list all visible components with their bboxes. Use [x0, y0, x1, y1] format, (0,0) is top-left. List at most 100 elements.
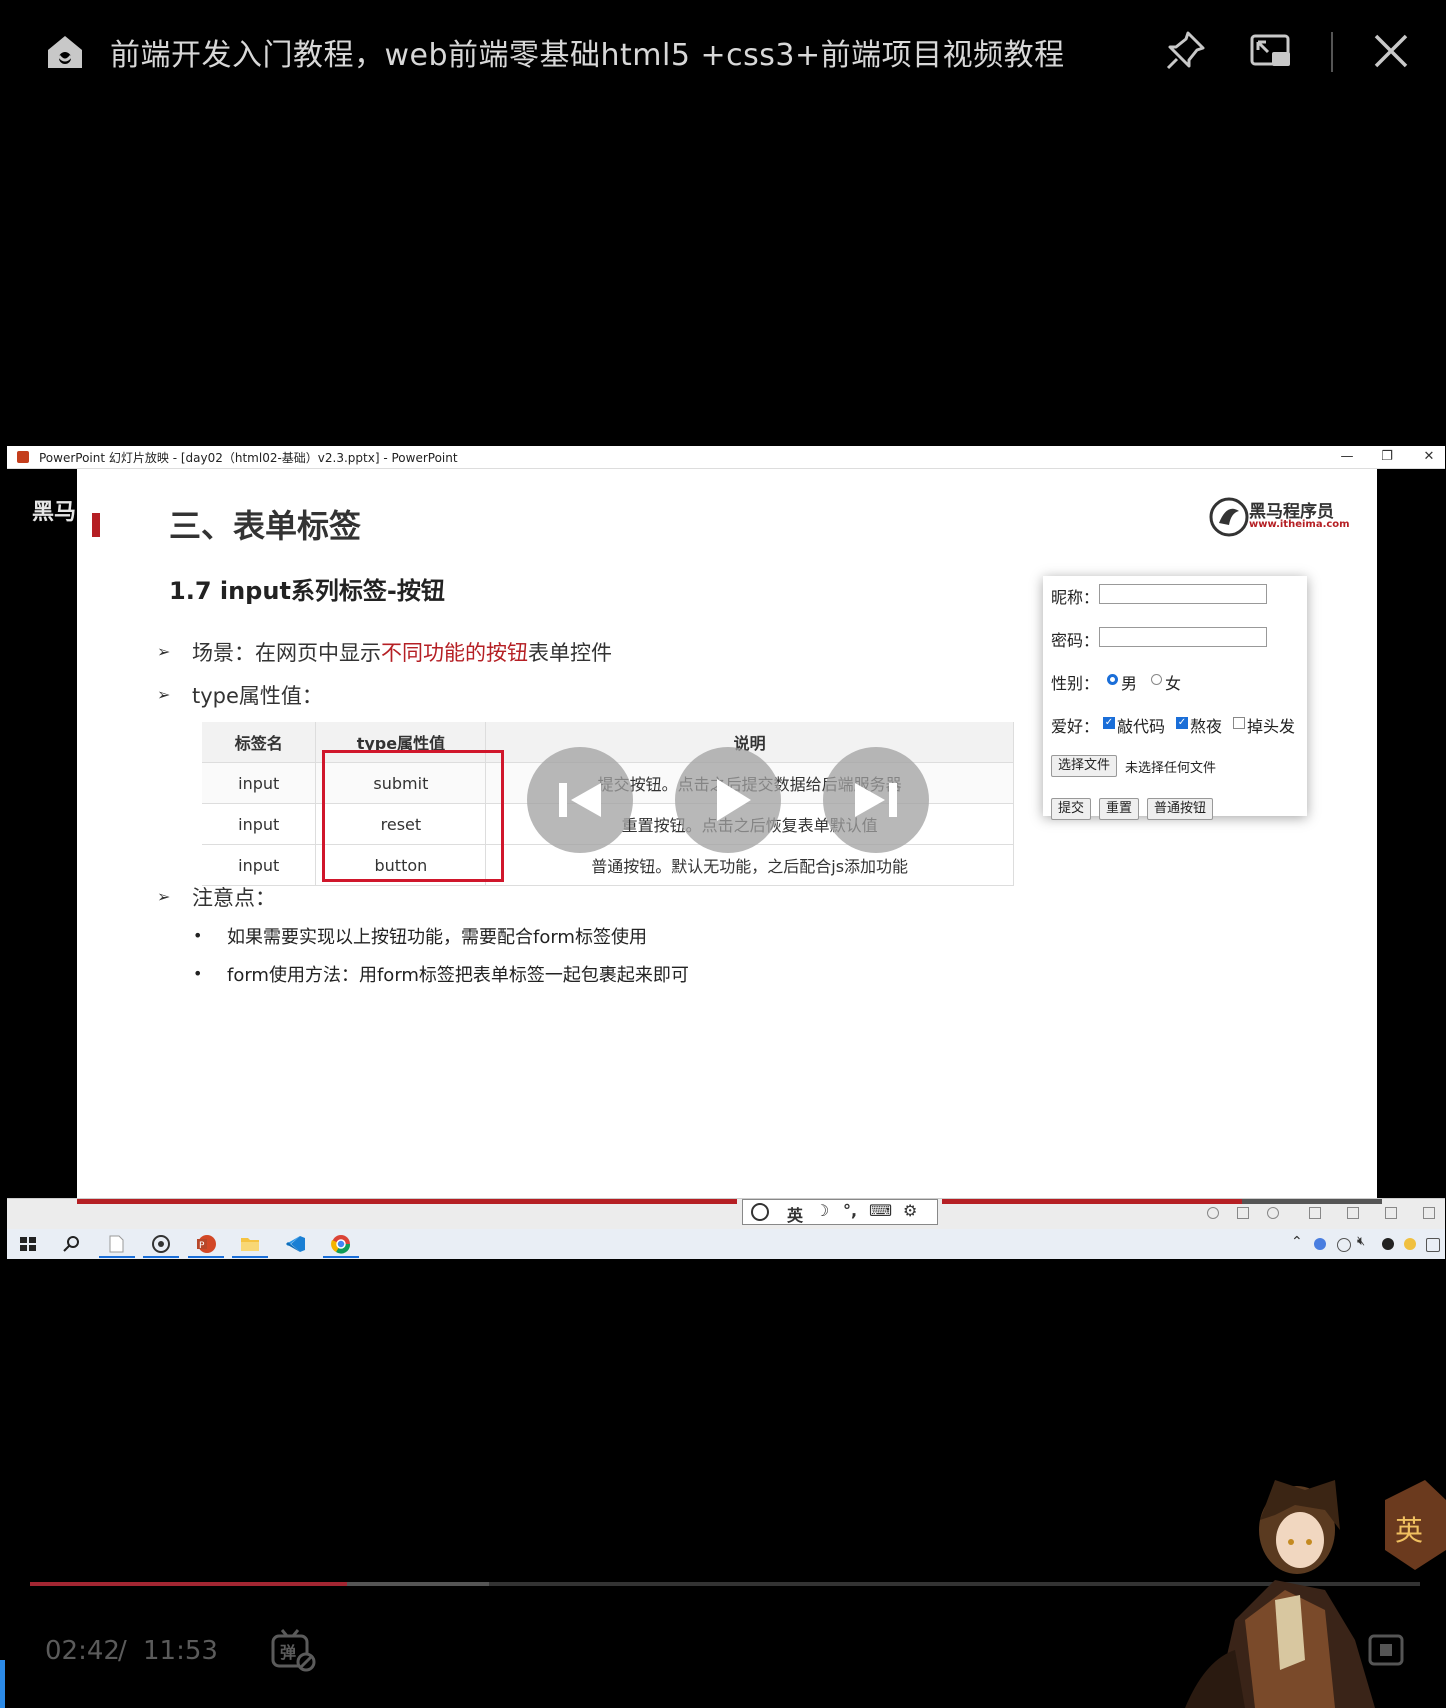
- gender-option-label: 男: [1121, 674, 1138, 693]
- video-title: 前端开发入门教程，web前端零基础html5 +css3+前端项目视频教程: [110, 38, 1065, 73]
- powerpoint-window-title: PowerPoint 幻灯片放映 - [day02（html02-基础）v2.3…: [39, 451, 458, 465]
- powerpoint-icon: [17, 451, 29, 463]
- svg-text:英: 英: [1395, 1514, 1423, 1547]
- punctuation-icon[interactable]: °,: [843, 1201, 857, 1220]
- file-icon[interactable]: [105, 1234, 127, 1254]
- nickname-input[interactable]: [1099, 584, 1267, 604]
- notes-icon[interactable]: [1237, 1207, 1249, 1219]
- next-slide-icon[interactable]: [1267, 1207, 1279, 1219]
- hobby-checkbox[interactable]: [1233, 717, 1245, 729]
- hobby-checkbox[interactable]: ✓: [1103, 717, 1115, 729]
- slide-subtitle: 1.7 input系列标签-按钮: [169, 577, 445, 605]
- left-edge-accent: [0, 1660, 5, 1708]
- windows-start-icon[interactable]: [17, 1234, 39, 1254]
- bullet-arrow-icon: ➢: [157, 642, 171, 661]
- window-close-button[interactable]: ✕: [1419, 448, 1439, 466]
- moon-icon[interactable]: ☽: [815, 1201, 829, 1220]
- time-separator: /: [118, 1636, 127, 1666]
- previous-button[interactable]: [527, 747, 633, 853]
- svg-text:P: P: [199, 1241, 205, 1251]
- reset-button[interactable]: 重置: [1099, 798, 1140, 820]
- tray-app-icon[interactable]: [1314, 1238, 1326, 1250]
- normal-button[interactable]: 普通按钮: [1147, 798, 1214, 820]
- taskbar-active-indicator: [323, 1256, 359, 1258]
- note-item: form使用方法：用form标签把表单标签一起包裹起来即可: [227, 965, 689, 986]
- bullet-type-values: type属性值：: [192, 684, 323, 708]
- browser-icon[interactable]: [150, 1234, 172, 1254]
- gender-radio-male[interactable]: [1107, 674, 1118, 685]
- hobby-option-label: 熬夜: [1190, 717, 1223, 736]
- powerpoint-icon[interactable]: P: [195, 1234, 217, 1254]
- nickname-label: 昵称：: [1051, 588, 1100, 607]
- slide-progress-bar: [942, 1199, 1242, 1204]
- bullet-dot-icon: •: [193, 964, 203, 983]
- hobby-option-label: 掉头发: [1247, 717, 1296, 736]
- search-icon[interactable]: [61, 1234, 83, 1254]
- seek-played: [30, 1582, 347, 1586]
- sorter-view-icon[interactable]: [1347, 1207, 1359, 1219]
- hobby-checkbox[interactable]: ✓: [1176, 717, 1188, 729]
- gender-radio-female[interactable]: [1151, 674, 1162, 685]
- hobby-option-label: 敲代码: [1117, 717, 1166, 736]
- ime-mode[interactable]: 英: [787, 1202, 803, 1226]
- weather-icon[interactable]: [1404, 1238, 1416, 1250]
- cloud-icon[interactable]: [1337, 1238, 1351, 1252]
- password-label: 密码：: [1051, 631, 1100, 650]
- table-cell: input: [202, 762, 317, 804]
- submit-button[interactable]: 提交: [1051, 798, 1092, 820]
- choose-file-button[interactable]: 选择文件: [1051, 755, 1118, 777]
- notification-icon[interactable]: [1426, 1238, 1440, 1252]
- reading-view-icon[interactable]: [1385, 1207, 1397, 1219]
- notes-title: 注意点：: [192, 886, 276, 910]
- tray-expand-icon[interactable]: ⌃: [1291, 1234, 1303, 1250]
- slide-progress-bar: [77, 1199, 737, 1204]
- gear-icon[interactable]: ⚙: [903, 1201, 917, 1220]
- ime-logo-icon[interactable]: [749, 1202, 771, 1222]
- taskbar-active-indicator: [188, 1256, 224, 1258]
- logo-url: www.itheima.com: [1249, 519, 1350, 530]
- table-cell: input: [202, 844, 317, 886]
- next-button[interactable]: [823, 747, 929, 853]
- table-header: 标签名: [202, 722, 317, 763]
- ime-toolbar[interactable]: 英 ☽ °, ⌨ ⚙: [742, 1199, 938, 1225]
- mute-icon[interactable]: 🔇︎: [1357, 1234, 1365, 1249]
- video-frame-desktop: PowerPoint 幻灯片放映 - [day02（html02-基础）v2.3…: [7, 446, 1445, 1259]
- chrome-icon[interactable]: [330, 1234, 352, 1254]
- play-icon: [717, 779, 751, 821]
- picture-in-picture-icon[interactable]: [1248, 28, 1294, 74]
- minimize-button[interactable]: —: [1337, 448, 1357, 466]
- player-top-bar: 前端开发入门教程，web前端零基础html5 +css3+前端项目视频教程: [0, 0, 1446, 110]
- home-icon[interactable]: [42, 28, 88, 74]
- total-time: 11:53: [143, 1636, 218, 1666]
- close-icon[interactable]: [1368, 28, 1414, 74]
- bullet-arrow-icon: ➢: [157, 685, 171, 704]
- taskbar-active-indicator: [143, 1256, 179, 1258]
- normal-view-icon[interactable]: [1309, 1207, 1321, 1219]
- heading-accent: [92, 513, 100, 537]
- gender-label: 性别：: [1051, 674, 1100, 693]
- prev-slide-icon[interactable]: [1207, 1207, 1219, 1219]
- pin-icon[interactable]: [1162, 28, 1208, 74]
- powerpoint-titlebar: PowerPoint 幻灯片放映 - [day02（html02-基础）v2.3…: [7, 446, 1445, 469]
- danmaku-icon[interactable]: 弹: [270, 1626, 318, 1674]
- current-time: 02:42: [45, 1636, 120, 1666]
- bullet-dot-icon: •: [193, 926, 203, 945]
- slide-progress-bar: [1242, 1199, 1382, 1204]
- folder-icon[interactable]: [239, 1234, 261, 1254]
- watermark: 黑马: [32, 500, 77, 525]
- slideshow-area: 三、表单标签 黑马程序员 www.itheima.com 1.7 input系列…: [7, 469, 1445, 1229]
- play-button[interactable]: [675, 747, 781, 853]
- vscode-icon[interactable]: [285, 1234, 307, 1254]
- file-status: 未选择任何文件: [1125, 761, 1217, 776]
- slideshow-view-icon[interactable]: [1423, 1207, 1435, 1219]
- highlight-box: [322, 750, 504, 882]
- slide-heading: 三、表单标签: [169, 507, 362, 545]
- restore-button[interactable]: ❐: [1377, 448, 1397, 466]
- hobby-label: 爱好：: [1051, 717, 1100, 736]
- table-cell: input: [202, 803, 317, 845]
- keyboard-icon[interactable]: ⌨: [869, 1201, 892, 1220]
- tray-app-icon[interactable]: [1382, 1238, 1394, 1250]
- svg-text:弹: 弹: [280, 1643, 296, 1662]
- password-input[interactable]: [1099, 627, 1267, 647]
- fullscreen-icon[interactable]: [1364, 1628, 1408, 1672]
